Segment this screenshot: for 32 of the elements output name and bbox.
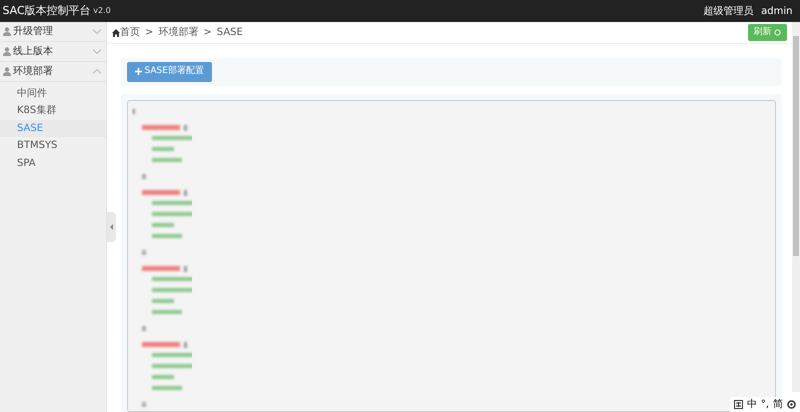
home-icon (112, 28, 120, 36)
refresh-icon (774, 29, 781, 36)
app-title: SAC版本控制平台 (2, 2, 91, 19)
user-icon (2, 47, 10, 56)
chevron-icon (93, 69, 101, 74)
user-icon (2, 27, 10, 36)
user-icon (2, 67, 10, 76)
settings-icon[interactable] (787, 400, 796, 409)
scrollbar[interactable] (792, 22, 800, 392)
sidebar-group[interactable]: 环境部署 (0, 62, 106, 82)
chevron-icon (93, 49, 101, 54)
breadcrumb-separator: > (203, 26, 212, 40)
sidebar-item[interactable]: SPA (0, 154, 106, 172)
ime-toggle[interactable]: 中 (746, 397, 757, 412)
breadcrumb-link[interactable]: 环境部署 (158, 25, 198, 40)
version-label: v2.0 (93, 5, 111, 17)
sidebar-group[interactable]: 升级管理 (0, 22, 106, 42)
sidebar-item[interactable]: BTMSYS (0, 137, 106, 154)
user-role: 超级管理员 (704, 4, 754, 18)
ime-toggle[interactable]: 简 (773, 397, 783, 412)
collapse-icon[interactable] (107, 212, 116, 242)
sidebar-group[interactable]: 线上版本 (0, 42, 106, 62)
keyboard-grid-icon[interactable] (734, 400, 743, 409)
breadcrumb-current: SASE (216, 26, 243, 40)
username[interactable]: admin (761, 4, 792, 18)
ime-toggle[interactable]: °, (760, 397, 769, 412)
breadcrumb-separator: > (145, 26, 154, 40)
breadcrumb-link[interactable]: 首页 (120, 25, 140, 40)
chevron-icon (93, 29, 101, 34)
sidebar-item[interactable]: K8S集群 (0, 102, 106, 120)
plus-icon (135, 68, 142, 76)
sidebar-item[interactable]: 中间件 (0, 84, 106, 102)
